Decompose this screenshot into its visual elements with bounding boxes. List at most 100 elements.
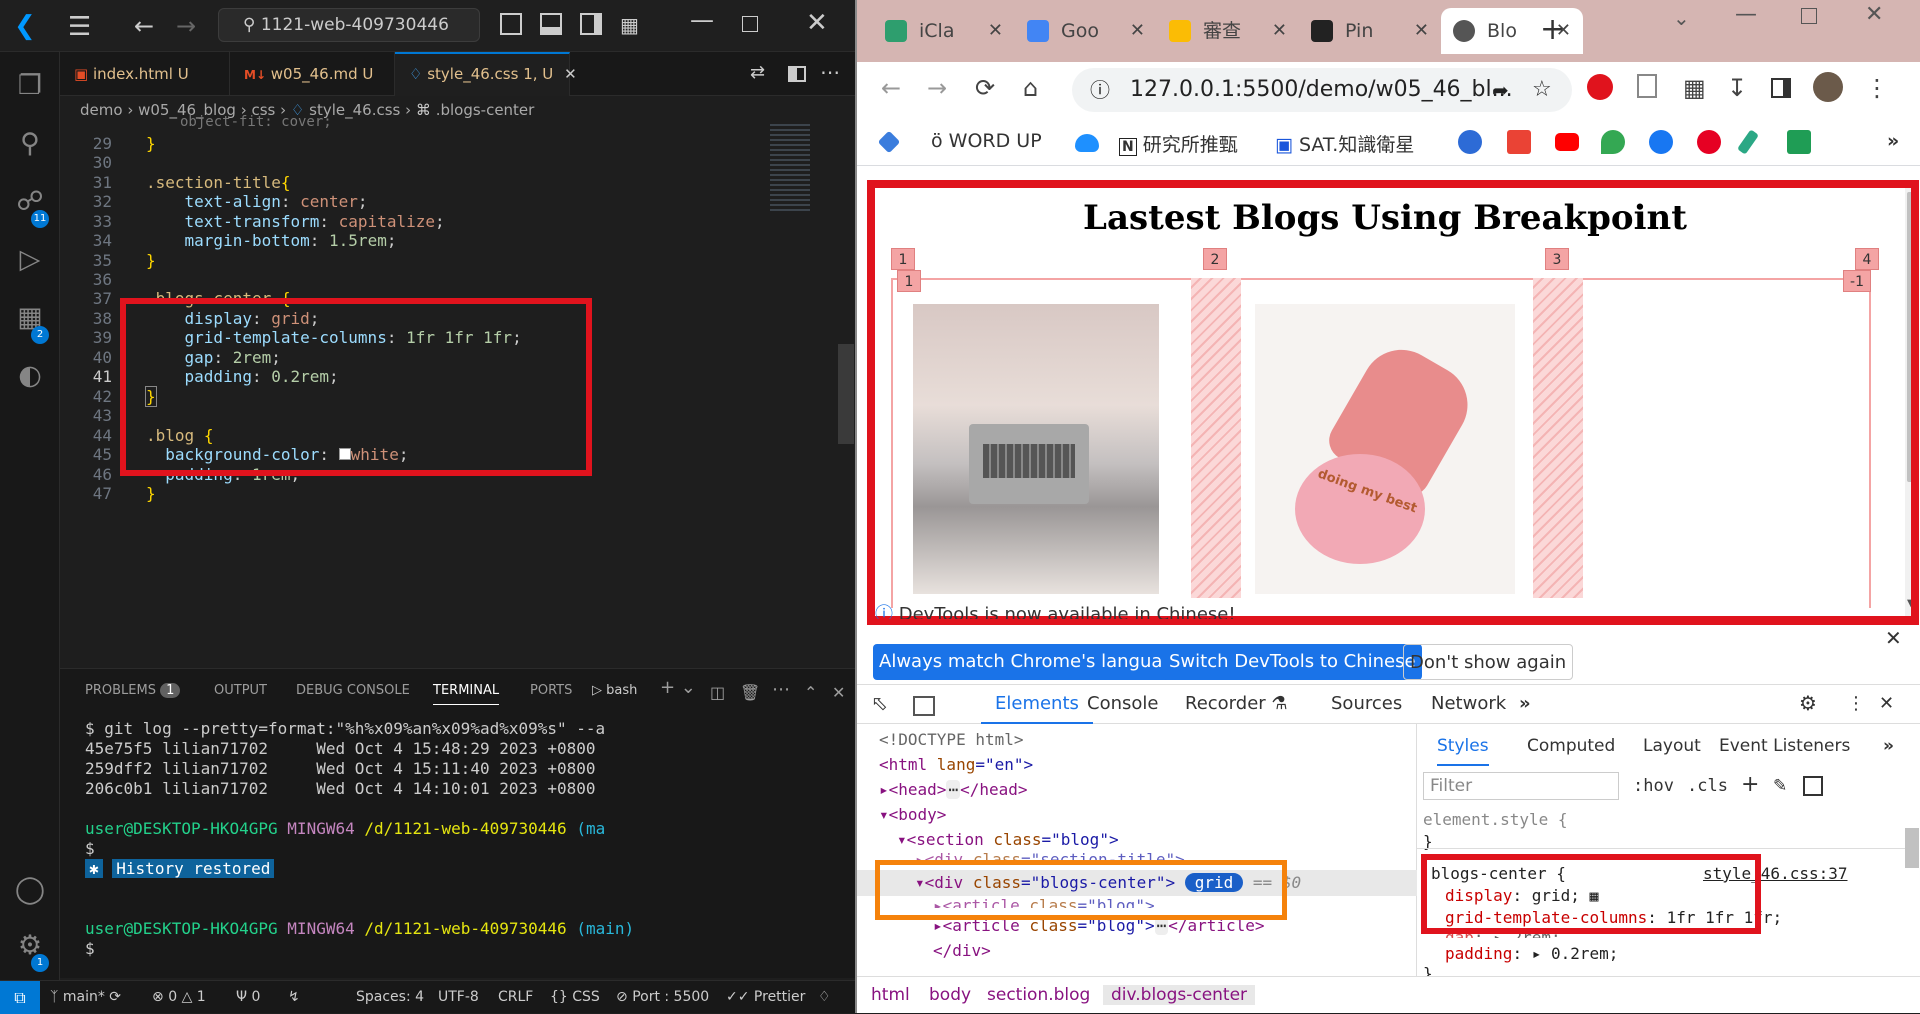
info-icon[interactable]: ⓘ xyxy=(1090,68,1110,112)
reload-icon[interactable]: ⟳ xyxy=(975,74,995,102)
profile-avatar[interactable] xyxy=(1813,72,1843,102)
address-bar[interactable]: ⓘ 127.0.0.1:5500/demo/w05_46_bl... ➦ ☆ xyxy=(1072,68,1572,112)
back-icon[interactable]: ← xyxy=(881,74,901,102)
more-icon[interactable]: ⋯ xyxy=(772,679,790,700)
bookmark-notion[interactable]: N 研究所推甄 xyxy=(1119,130,1238,157)
minimap[interactable] xyxy=(770,124,838,244)
dom-node[interactable]: ▸<head> ⋯ </head> xyxy=(879,780,1028,799)
cls-toggle[interactable]: .cls xyxy=(1687,776,1728,796)
inspect-element-icon[interactable]: ⬁ xyxy=(871,691,888,715)
more-bookmarks-icon[interactable]: » xyxy=(1887,130,1899,152)
elements-dom-tree[interactable]: <!DOCTYPE html> <html lang="en"> ▸<head>… xyxy=(857,724,1438,976)
device-toolbar-icon[interactable] xyxy=(913,696,935,716)
styles-scrollbar[interactable] xyxy=(1905,828,1919,868)
crumb-html[interactable]: html xyxy=(871,985,910,1005)
breadcrumb-item[interactable]: .blogs-center xyxy=(436,101,535,119)
tab-terminal[interactable]: TERMINAL xyxy=(433,683,500,705)
prettier-status[interactable]: ✓✓ Prettier xyxy=(726,989,805,1005)
encoding-status[interactable]: UTF-8 xyxy=(438,989,479,1005)
split-editor-icon[interactable] xyxy=(788,66,806,82)
dom-node[interactable]: <html lang="en"> xyxy=(879,755,1033,774)
tab-problems[interactable]: PROBLEMS 1 xyxy=(85,683,181,698)
crumb-div-blogs-center[interactable]: div.blogs-center xyxy=(1103,985,1256,1005)
chrome-menu-icon[interactable]: ⋮ xyxy=(1865,74,1889,102)
browser-tab[interactable]: 審查 ✕ xyxy=(1157,8,1299,54)
compare-changes-icon[interactable]: ⇄ xyxy=(750,62,765,83)
crumb-body[interactable]: body xyxy=(929,985,971,1005)
minimize-icon[interactable]: — xyxy=(690,6,714,34)
more-panes-icon[interactable]: » xyxy=(1883,736,1894,756)
maximize-icon[interactable] xyxy=(1801,8,1817,24)
tab-debug-console[interactable]: DEBUG CONSOLE xyxy=(296,683,410,698)
bookmark-cloud-icon[interactable] xyxy=(1075,134,1099,152)
terminal-shell-selector[interactable]: ▷ bash xyxy=(592,683,637,698)
bookmark-blue-diamond-icon[interactable] xyxy=(877,130,901,154)
code-editor[interactable]: object-fit: cover; 29 } 30 31 .section-t… xyxy=(60,114,855,660)
close-window-icon[interactable]: ✕ xyxy=(1865,2,1883,27)
dom-node[interactable]: </div> xyxy=(933,941,991,960)
menu-icon[interactable]: ☰ xyxy=(68,12,91,42)
indentation-status[interactable]: Spaces: 4 xyxy=(356,989,424,1005)
maximize-panel-icon[interactable]: ⌃ xyxy=(804,683,817,702)
gmail-icon[interactable] xyxy=(1507,130,1531,154)
problems-status[interactable]: ⊗ 0 △ 1 xyxy=(152,989,206,1005)
maximize-icon[interactable] xyxy=(742,16,758,32)
tab-layout[interactable]: Layout xyxy=(1643,736,1701,756)
youtube-icon[interactable] xyxy=(1555,133,1579,151)
devtools-settings-gear-icon[interactable]: ⚙ xyxy=(1799,691,1817,715)
switch-devtools-chinese-button[interactable]: Switch DevTools to Chinese xyxy=(1163,644,1422,680)
bookmark-c-icon[interactable] xyxy=(1458,130,1482,154)
browser-tab[interactable]: Pin ✕ xyxy=(1299,8,1441,54)
tab-event-listeners[interactable]: Event Listeners xyxy=(1719,736,1850,756)
devtools-menu-icon[interactable]: ⋮ xyxy=(1847,693,1865,714)
toggle-sidebar-icon[interactable] xyxy=(500,13,522,35)
browser-tab[interactable]: Goo ✕ xyxy=(1015,8,1157,54)
lightning-icon[interactable]: ↯ xyxy=(288,989,300,1005)
split-terminal-icon[interactable]: ◫ xyxy=(710,683,725,702)
bookmark-green-app-icon[interactable] xyxy=(1787,130,1811,154)
bookmark-word-up[interactable]: ö WORD UP xyxy=(931,130,1042,152)
back-arrow-icon[interactable]: ← xyxy=(134,12,154,40)
always-match-language-button[interactable]: Always match Chrome's language xyxy=(873,644,1191,680)
toggle-panel-icon[interactable] xyxy=(540,13,562,35)
extensions-puzzle-icon[interactable]: ▦ xyxy=(1683,74,1706,102)
home-icon[interactable]: ⌂ xyxy=(1023,74,1038,102)
tab-w05-46-md[interactable]: M↓ w05_46.md U xyxy=(230,52,395,96)
download-icon[interactable]: ↧ xyxy=(1727,74,1747,102)
customize-layout-icon[interactable]: ▦ xyxy=(620,13,639,37)
dont-show-again-button[interactable]: Don't show again xyxy=(1403,644,1574,680)
browser-tab[interactable]: iCla ✕ xyxy=(873,8,1015,54)
forward-arrow-icon[interactable]: → xyxy=(176,12,196,40)
more-actions-icon[interactable]: ⋯ xyxy=(820,60,840,84)
crumb-section-blog[interactable]: section.blog xyxy=(987,985,1090,1005)
account-icon[interactable]: ◯ xyxy=(10,870,50,910)
tab-sources[interactable]: Sources xyxy=(1331,693,1402,714)
tab-search-icon[interactable]: ⌄ xyxy=(1673,6,1690,30)
close-window-icon[interactable]: ✕ xyxy=(806,8,828,38)
bookmark-feather-icon[interactable] xyxy=(1737,129,1759,155)
tab-network[interactable]: Network xyxy=(1431,693,1506,714)
toggle-sidebar-icon[interactable] xyxy=(1803,776,1823,796)
hov-toggle[interactable]: :hov xyxy=(1633,776,1674,796)
tab-output[interactable]: OUTPUT xyxy=(214,683,267,698)
tab-computed[interactable]: Computed xyxy=(1527,736,1615,756)
close-panel-icon[interactable]: ✕ xyxy=(832,683,845,702)
editor-scrollbar[interactable] xyxy=(838,344,854,444)
breadcrumb-item[interactable]: demo xyxy=(80,101,123,119)
new-rule-plus-icon[interactable]: + xyxy=(1741,772,1759,797)
close-infobar-icon[interactable]: ✕ xyxy=(1885,626,1902,650)
css-declaration[interactable]: padding: ▸ 0.2rem; xyxy=(1445,944,1618,963)
minimize-icon[interactable]: — xyxy=(1735,2,1757,27)
close-tab-icon[interactable]: ✕ xyxy=(564,65,577,83)
bookmark-star-icon[interactable]: ☆ xyxy=(1532,68,1552,112)
bookmark-sat[interactable]: ▣ SAT.知識衛星 xyxy=(1275,130,1414,157)
more-tabs-icon[interactable]: » xyxy=(1519,693,1531,714)
run-debug-icon[interactable]: ▷ xyxy=(10,240,50,280)
new-terminal-icon[interactable]: + ⌄ xyxy=(660,677,696,698)
tab-elements[interactable]: Elements xyxy=(981,693,1093,724)
dom-node[interactable]: <!DOCTYPE html> xyxy=(879,730,1024,749)
share-icon[interactable]: ➦ xyxy=(1492,68,1509,112)
new-tab-icon[interactable]: + xyxy=(1540,12,1565,47)
dom-node[interactable]: ▾<section class="blog"> xyxy=(897,830,1119,849)
styles-filter-input[interactable]: Filter xyxy=(1423,772,1619,800)
